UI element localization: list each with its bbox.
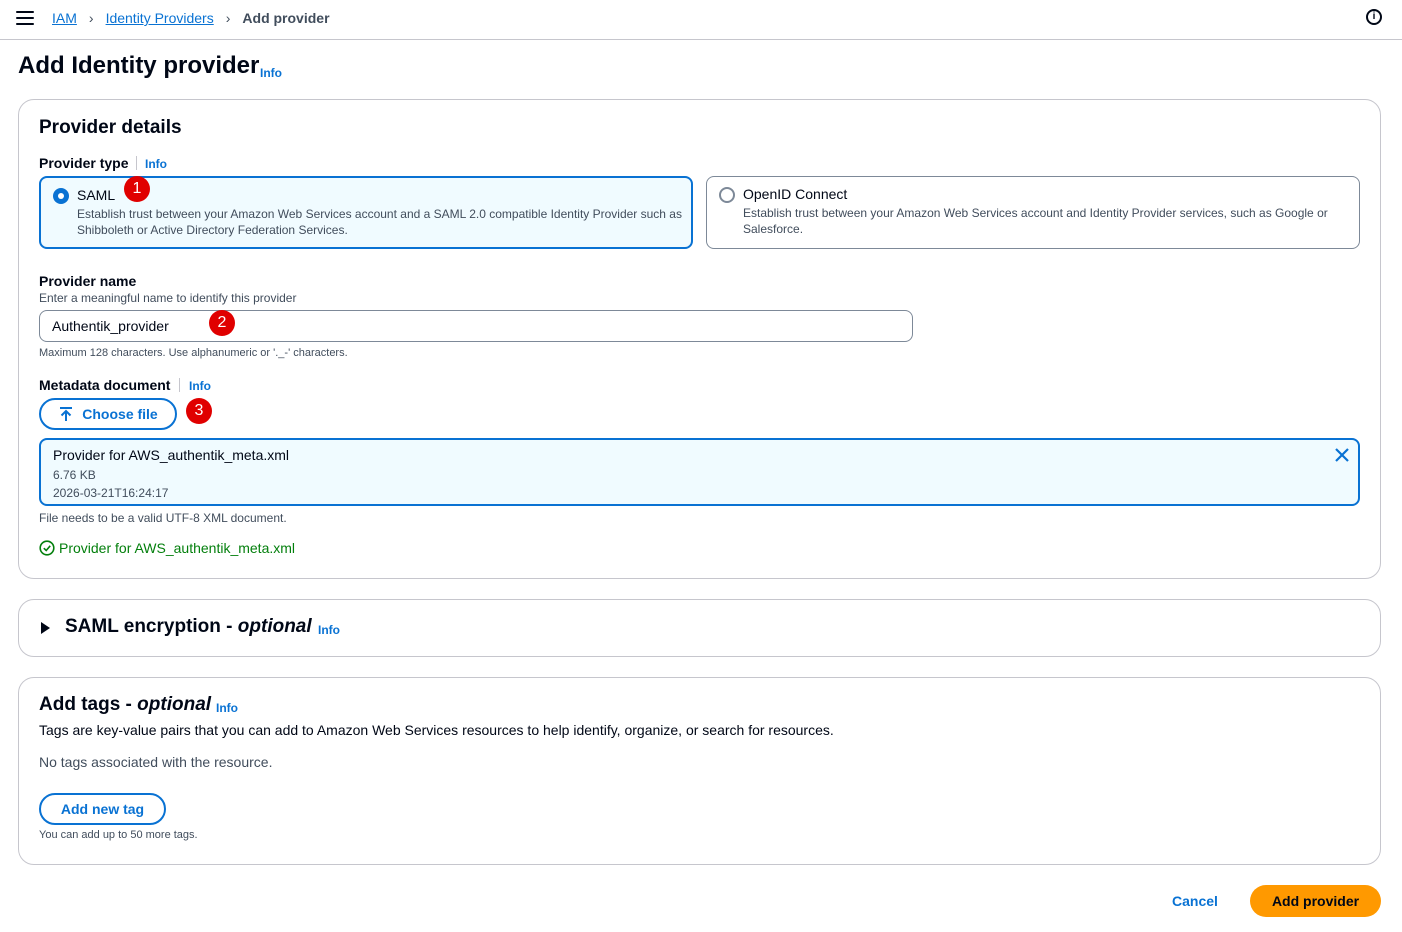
add-tags-heading: Add tags - optional [39, 694, 211, 716]
divider [179, 378, 180, 392]
annotation-marker-3: 3 [186, 398, 212, 424]
page-info-link[interactable]: Info [260, 66, 282, 80]
choose-file-button[interactable]: Choose file [39, 398, 177, 430]
choose-file-label: Choose file [82, 406, 158, 422]
file-last-modified: 2026-03-21T16:24:17 [53, 486, 169, 500]
tags-description: Tags are key-value pairs that you can ad… [39, 722, 834, 738]
menu-icon[interactable] [16, 11, 34, 27]
add-tags-info-link[interactable]: Info [216, 701, 238, 715]
top-navigation-bar: IAM › Identity Providers › Add provider … [0, 0, 1402, 40]
metadata-document-label: Metadata document [39, 377, 171, 393]
add-tags-heading-text: Add tags - [39, 694, 138, 715]
saml-option-description: Establish trust between your Amazon Web … [77, 207, 682, 237]
chevron-right-icon: › [88, 10, 94, 26]
tags-limit-text: You can add up to 50 more tags. [39, 829, 198, 841]
add-provider-button[interactable]: Add provider [1250, 885, 1381, 917]
openid-connect-option-tile[interactable]: OpenID Connect Establish trust between y… [706, 176, 1360, 249]
openid-connect-option-title: OpenID Connect [743, 186, 848, 202]
add-new-tag-button[interactable]: Add new tag [39, 793, 166, 825]
metadata-constraint: File needs to be a valid UTF-8 XML docum… [39, 511, 287, 525]
cancel-button[interactable]: Cancel [1172, 893, 1218, 909]
add-new-tag-label: Add new tag [60, 801, 145, 817]
saml-encryption-heading-text: SAML encryption - [65, 616, 238, 637]
provider-details-panel: Provider details Provider type Info SAML… [18, 99, 1381, 579]
provider-name-label: Provider name [39, 273, 137, 289]
provider-name-constraint: Maximum 128 characters. Use alphanumeric… [39, 347, 348, 359]
tags-empty-message: No tags associated with the resource. [39, 754, 273, 770]
provider-name-input[interactable] [39, 310, 913, 342]
caret-right-icon[interactable] [41, 622, 50, 634]
divider [136, 156, 137, 170]
annotation-marker-1: 1 [124, 176, 150, 202]
close-icon[interactable] [1333, 446, 1351, 464]
breadcrumb: IAM › Identity Providers › Add provider [52, 10, 330, 26]
saml-radio[interactable] [53, 188, 69, 204]
upload-success-message: Provider for AWS_authentik_meta.xml [39, 540, 295, 556]
annotation-marker-2: 2 [209, 310, 235, 336]
saml-option-title: SAML [77, 187, 116, 203]
breadcrumb-iam[interactable]: IAM [52, 10, 77, 26]
chevron-right-icon: › [225, 10, 231, 26]
breadcrumb-add-provider: Add provider [242, 10, 330, 26]
openid-connect-option-description: Establish trust between your Amazon Web … [743, 206, 1328, 236]
add-provider-label: Add provider [1271, 893, 1360, 909]
upload-success-text: Provider for AWS_authentik_meta.xml [59, 540, 296, 556]
saml-encryption-optional: optional [237, 616, 312, 637]
file-name: Provider for AWS_authentik_meta.xml [53, 447, 290, 463]
file-size: 6.76 KB [53, 468, 96, 482]
provider-name-description: Enter a meaningful name to identify this… [39, 291, 297, 305]
add-tags-panel: Add tags - optional Info Tags are key-va… [18, 677, 1381, 865]
saml-encryption-panel[interactable]: SAML encryption - optional Info [18, 599, 1381, 657]
check-circle-icon [39, 540, 55, 556]
upload-arrow-icon [60, 407, 73, 421]
page-title: Add Identity provider [18, 52, 260, 79]
info-circle-icon[interactable]: i [1366, 9, 1382, 25]
provider-details-heading: Provider details [39, 117, 182, 138]
metadata-info-link[interactable]: Info [189, 379, 211, 393]
selected-file-card: Provider for AWS_authentik_meta.xml 6.76… [39, 438, 1360, 506]
openid-connect-radio[interactable] [719, 187, 735, 203]
saml-encryption-heading[interactable]: SAML encryption - optional [65, 616, 312, 638]
breadcrumb-identity-providers[interactable]: Identity Providers [106, 10, 214, 26]
saml-encryption-info-link[interactable]: Info [318, 623, 340, 637]
add-tags-optional: optional [137, 694, 212, 715]
provider-type-info-link[interactable]: Info [145, 157, 167, 171]
provider-type-label: Provider type [39, 155, 129, 171]
